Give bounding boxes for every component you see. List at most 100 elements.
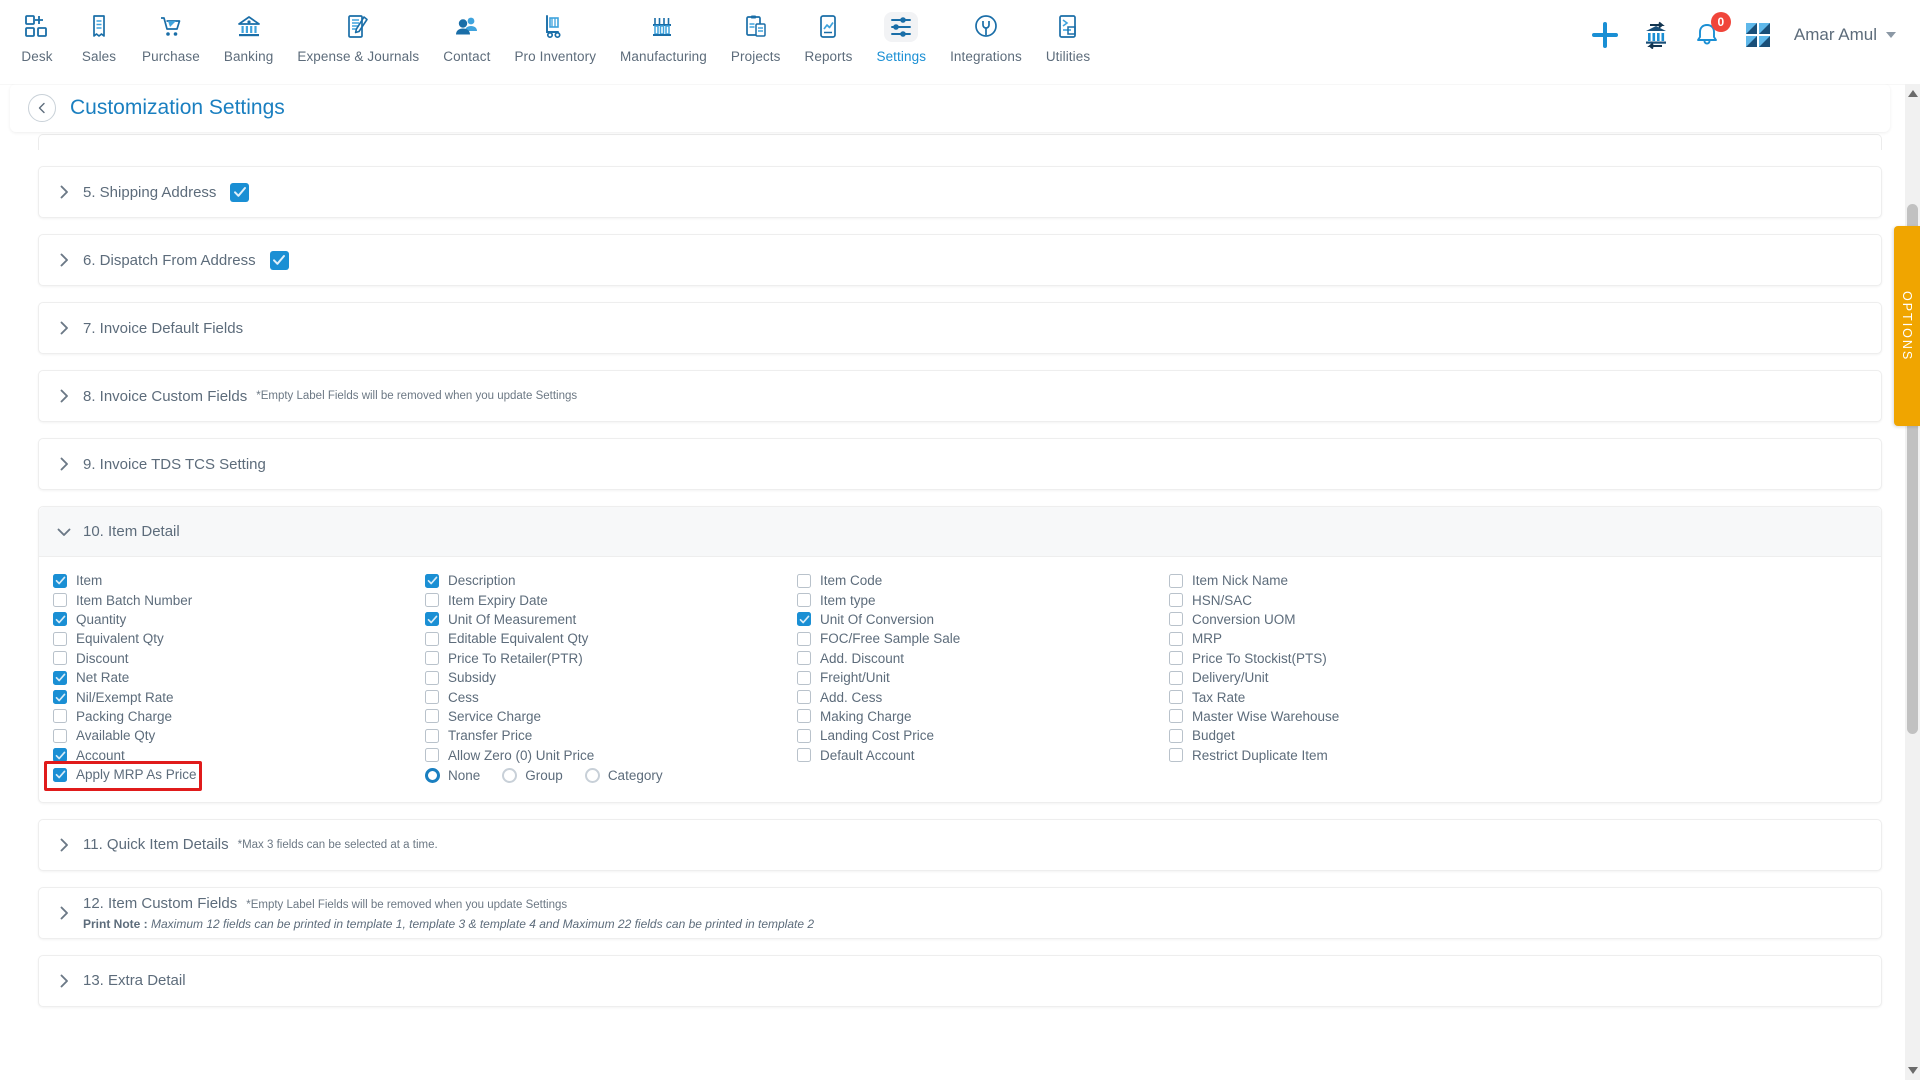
nav-item-banking[interactable]: Banking [214,4,284,68]
checkbox-row[interactable]: Nil/Exempt Rate [53,687,425,706]
checkbox-row[interactable]: Item Nick Name [1169,571,1541,590]
chevron-right-icon[interactable] [53,181,75,203]
nav-item-expense-journals[interactable]: Expense & Journals [287,4,429,68]
nav-item-reports[interactable]: Reports [794,4,862,68]
checkbox-box[interactable] [797,593,811,608]
checkbox-box[interactable] [425,612,439,627]
checkbox-row[interactable]: Item Code [797,571,1169,590]
chevron-right-icon[interactable] [53,902,75,924]
checkbox-box[interactable] [797,612,811,627]
checkbox-box[interactable] [1169,631,1183,646]
checkbox-row[interactable]: Budget [1169,726,1541,745]
checkbox-box[interactable] [1169,573,1183,588]
checkbox-row[interactable]: Transfer Price [425,726,797,745]
checkbox-box[interactable] [797,631,811,646]
checkbox-row[interactable]: Item Batch Number [53,590,425,609]
checkbox-box[interactable] [53,631,67,646]
checkbox-box[interactable] [425,593,439,608]
nav-item-settings[interactable]: Settings [866,4,936,68]
checkbox-box[interactable] [425,631,439,646]
checkbox-row[interactable]: Freight/Unit [797,668,1169,687]
nav-item-contact[interactable]: Contact [433,4,500,68]
chevron-right-icon[interactable] [53,385,75,407]
scroll-up-arrow-icon[interactable] [1908,90,1918,97]
checkbox-row[interactable]: Landing Cost Price [797,726,1169,745]
checkbox-row[interactable]: Making Charge [797,707,1169,726]
checkbox-box[interactable] [53,690,67,705]
checkbox-box[interactable] [1169,593,1183,608]
checkbox-box[interactable] [1169,670,1183,685]
radio-option[interactable]: Group [502,768,563,784]
chevron-right-icon[interactable] [53,249,75,271]
nav-item-integrations[interactable]: Integrations [940,4,1032,68]
checkbox-row[interactable]: Tax Rate [1169,687,1541,706]
checkbox-row[interactable]: Account [53,746,425,765]
checkbox-box[interactable] [53,593,67,608]
checkbox-box[interactable] [1169,728,1183,743]
checkbox-row[interactable]: Description [425,571,797,590]
nav-item-desk[interactable]: Desk [8,4,66,68]
checkbox-row[interactable]: Quantity [53,610,425,629]
nav-item-purchase[interactable]: Purchase [132,4,210,68]
checkbox-row[interactable]: Subsidy [425,668,797,687]
back-button[interactable] [28,94,56,122]
checkbox-box[interactable] [425,728,439,743]
grid-apps-icon[interactable] [1744,21,1772,49]
checkbox-box[interactable] [797,573,811,588]
checkbox-box[interactable] [1169,612,1183,627]
checkbox-box[interactable] [425,748,439,763]
nav-item-manufacturing[interactable]: Manufacturing [610,4,717,68]
checkbox-box[interactable] [797,709,811,724]
radio-option[interactable]: None [425,768,480,784]
checkbox-box[interactable] [53,748,67,763]
nav-item-utilities[interactable]: Utilities [1036,4,1100,68]
panel-header[interactable]: 5. Shipping Address [39,167,1881,217]
checkbox-row[interactable]: FOC/Free Sample Sale [797,629,1169,648]
checkbox-box[interactable] [797,690,811,705]
checkbox-row[interactable]: Packing Charge [53,707,425,726]
checkbox-row[interactable]: Net Rate [53,668,425,687]
checkbox-box[interactable] [797,670,811,685]
chevron-right-icon[interactable] [53,834,75,856]
checkbox-box[interactable] [797,651,811,666]
checkbox-box[interactable] [797,728,811,743]
checkbox-box[interactable] [53,573,67,588]
checkbox-row[interactable]: Available Qty [53,726,425,745]
checkbox-row[interactable]: Equivalent Qty [53,629,425,648]
checkbox-row[interactable]: MRP [1169,629,1541,648]
checkbox-row[interactable]: Price To Retailer(PTR) [425,649,797,668]
checkbox-box[interactable] [425,690,439,705]
checkbox-row[interactable]: Delivery/Unit [1169,668,1541,687]
options-side-tab[interactable]: OPTIONS [1894,226,1920,426]
checkbox-row[interactable]: Restrict Duplicate Item [1169,746,1541,765]
checkbox-row[interactable]: Item Expiry Date [425,590,797,609]
radio-circle[interactable] [584,768,600,784]
checkbox-box[interactable] [1169,690,1183,705]
radio-circle[interactable] [502,768,518,784]
nav-item-sales[interactable]: Sales [70,4,128,68]
panel-header[interactable]: 9. Invoice TDS TCS Setting [39,439,1881,489]
checkbox-box[interactable] [425,670,439,685]
checkbox-box[interactable] [1169,709,1183,724]
checkbox-box[interactable] [425,651,439,666]
checkbox-row[interactable]: Editable Equivalent Qty [425,629,797,648]
checkbox-row[interactable]: Price To Stockist(PTS) [1169,649,1541,668]
checkbox-box[interactable] [425,709,439,724]
checkbox-box[interactable] [53,728,67,743]
scroll-down-arrow-icon[interactable] [1908,1067,1918,1074]
radio-option[interactable]: Category [584,768,663,784]
checkbox-row[interactable]: Master Wise Warehouse [1169,707,1541,726]
panel-header[interactable]: 11. Quick Item Details *Max 3 fields can … [39,820,1881,870]
checkbox-box[interactable] [425,573,439,588]
chevron-right-icon[interactable] [53,317,75,339]
checkbox-row[interactable]: Item [53,571,425,590]
checkbox-row[interactable]: Conversion UOM [1169,610,1541,629]
radio-circle[interactable] [425,768,440,784]
nav-item-projects[interactable]: Projects [721,4,791,68]
checkbox-row[interactable]: Discount [53,649,425,668]
checkbox-box[interactable] [1169,651,1183,666]
user-menu[interactable]: Amar Amul [1794,25,1896,45]
checkbox-row[interactable]: Unit Of Conversion [797,610,1169,629]
chevron-right-icon[interactable] [53,970,75,992]
checkbox-row[interactable]: Allow Zero (0) Unit Price [425,746,797,765]
